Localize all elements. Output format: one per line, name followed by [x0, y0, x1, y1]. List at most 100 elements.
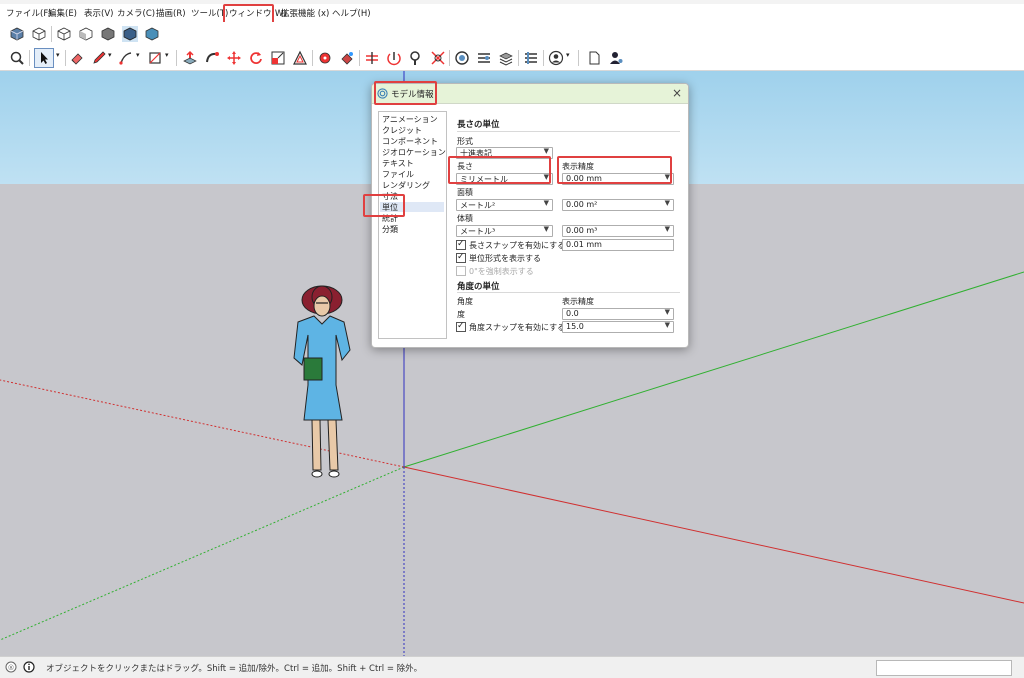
angle-snap-checkbox[interactable]: ✓ [456, 321, 466, 332]
length-unit-select[interactable]: ミリメートル ▼ [456, 173, 553, 185]
nav-item-animation[interactable]: アニメーション [382, 114, 438, 125]
orbit-icon[interactable] [386, 50, 402, 66]
menu-draw[interactable]: 描画(R) [156, 7, 186, 19]
menu-file[interactable]: ファイル(F) [6, 7, 52, 19]
line-icon[interactable] [118, 50, 134, 66]
select-icon[interactable] [34, 48, 54, 68]
toolbar-separator [176, 50, 177, 66]
nav-item-components[interactable]: コンポーネント [382, 136, 438, 147]
zoom-icon[interactable] [408, 50, 424, 66]
tape-measure-icon[interactable] [317, 50, 333, 66]
chevron-down-icon: ▼ [664, 199, 670, 207]
force-zero-checkbox[interactable] [456, 266, 466, 276]
scale-icon[interactable] [270, 50, 286, 66]
nav-item-units[interactable]: 単位 [382, 202, 398, 213]
nav-item-file[interactable]: ファイル [382, 169, 414, 180]
chevron-down-icon[interactable]: ▾ [165, 51, 169, 59]
menu-extensions[interactable]: 拡張機能 (x) [281, 7, 329, 19]
right-view-icon[interactable] [78, 26, 94, 42]
chevron-down-icon[interactable]: ▾ [56, 51, 60, 59]
rectangle-icon[interactable] [147, 50, 163, 66]
follow-me-icon[interactable] [204, 50, 220, 66]
menu-help[interactable]: ヘルプ(H) [332, 7, 371, 19]
left-view-icon[interactable] [122, 26, 138, 42]
new-file-icon[interactable] [586, 50, 602, 66]
bottom-view-icon[interactable] [144, 26, 160, 42]
eraser-icon[interactable] [69, 50, 85, 66]
nav-item-dimensions[interactable]: 寸法 [382, 191, 398, 202]
close-icon[interactable]: × [672, 86, 682, 100]
dialog-title: モデル情報 [391, 90, 434, 100]
length-snap-label: 長さスナップを有効にする [469, 241, 566, 250]
volume-precision-select[interactable]: 0.00 m³ ▼ [562, 225, 674, 237]
green-axis-negative [0, 466, 405, 641]
measurements-box[interactable] [876, 660, 1012, 676]
volume-unit-select[interactable]: メートル³ ▼ [456, 225, 553, 237]
menu-view[interactable]: 表示(V) [84, 7, 113, 19]
angle-precision-select[interactable]: 0.0 ▼ [562, 308, 674, 320]
paint-icon[interactable] [339, 50, 355, 66]
warehouse-icon[interactable] [454, 50, 470, 66]
model-info-icon [377, 88, 388, 99]
format-select[interactable]: 十進表記 ▼ [456, 147, 553, 159]
push-pull-icon[interactable] [182, 50, 198, 66]
toolbar-separator [51, 26, 52, 42]
toolbar-separator [449, 50, 450, 66]
main-toolbar: ▾ ▾ ▾ ▾ ▾ [0, 46, 1024, 71]
nav-item-geolocation[interactable]: ジオロケーション [382, 147, 446, 158]
menu-window[interactable]: ウィンドウ(W) [229, 7, 287, 19]
chevron-down-icon[interactable]: ▾ [566, 51, 570, 59]
check-icon: ✓ [457, 321, 465, 331]
show-unit-checkbox[interactable]: ✓ [456, 252, 466, 263]
menu-tools[interactable]: ツール(T) [191, 7, 228, 19]
angle-snap-value: 15.0 [566, 322, 584, 331]
front-view-icon[interactable] [56, 26, 72, 42]
chevron-down-icon[interactable]: ▾ [136, 51, 140, 59]
nav-item-statistics[interactable]: 統計 [382, 213, 398, 224]
force-zero-label: 0"を強制表示する [469, 267, 534, 276]
layers-icon[interactable] [498, 50, 514, 66]
length-label: 長さ [457, 162, 473, 171]
format-label: 形式 [457, 137, 473, 146]
rotate-icon[interactable] [248, 50, 264, 66]
styles-icon[interactable] [523, 50, 539, 66]
section-icon[interactable] [364, 50, 380, 66]
check-icon: ✓ [457, 252, 465, 262]
offset-icon[interactable] [292, 50, 308, 66]
menu-edit[interactable]: 編集(E) [48, 7, 77, 19]
zoom-extents-icon[interactable] [430, 50, 446, 66]
length-snap-input[interactable]: 0.01 mm [562, 239, 674, 251]
nav-item-credits[interactable]: クレジット [382, 125, 422, 136]
volume-precision-value: 0.00 m³ [566, 226, 598, 235]
back-view-icon[interactable] [100, 26, 116, 42]
dialog-title-bar[interactable]: モデル情報 × [372, 84, 688, 104]
nav-item-classifications[interactable]: 分類 [382, 224, 398, 235]
category-list: アニメーション クレジット コンポーネント ジオロケーション テキスト ファイル… [378, 111, 447, 339]
length-precision-select[interactable]: 0.00 mm ▼ [562, 173, 674, 185]
top-view-icon[interactable] [31, 26, 47, 42]
scale-figure [293, 285, 351, 478]
menu-camera[interactable]: カメラ(C) [117, 7, 155, 19]
length-units-heading: 長さの単位 [457, 120, 500, 130]
iso-view-icon[interactable] [9, 26, 25, 42]
nav-item-text[interactable]: テキスト [382, 158, 414, 169]
toolbar-separator [518, 50, 519, 66]
area-precision-select[interactable]: 0.00 m² ▼ [562, 199, 674, 211]
degree-label: 度 [457, 310, 465, 319]
user-icon[interactable] [548, 50, 564, 66]
chevron-down-icon: ▼ [543, 147, 549, 155]
search-icon[interactable] [9, 50, 25, 66]
length-snap-checkbox[interactable]: ✓ [456, 239, 466, 250]
area-unit-select[interactable]: メートル² ▼ [456, 199, 553, 211]
nav-item-rendering[interactable]: レンダリング [382, 180, 430, 191]
geo-location-icon[interactable]: ® [5, 661, 17, 673]
info-icon[interactable] [23, 661, 35, 673]
move-icon[interactable] [226, 50, 242, 66]
extension-icon[interactable] [476, 50, 492, 66]
account-icon[interactable] [608, 50, 624, 66]
chevron-down-icon[interactable]: ▾ [108, 51, 112, 59]
angle-snap-select[interactable]: 15.0 ▼ [562, 321, 674, 333]
pencil-icon[interactable] [91, 50, 107, 66]
format-value: 十進表記 [460, 149, 492, 158]
divider [457, 292, 680, 293]
